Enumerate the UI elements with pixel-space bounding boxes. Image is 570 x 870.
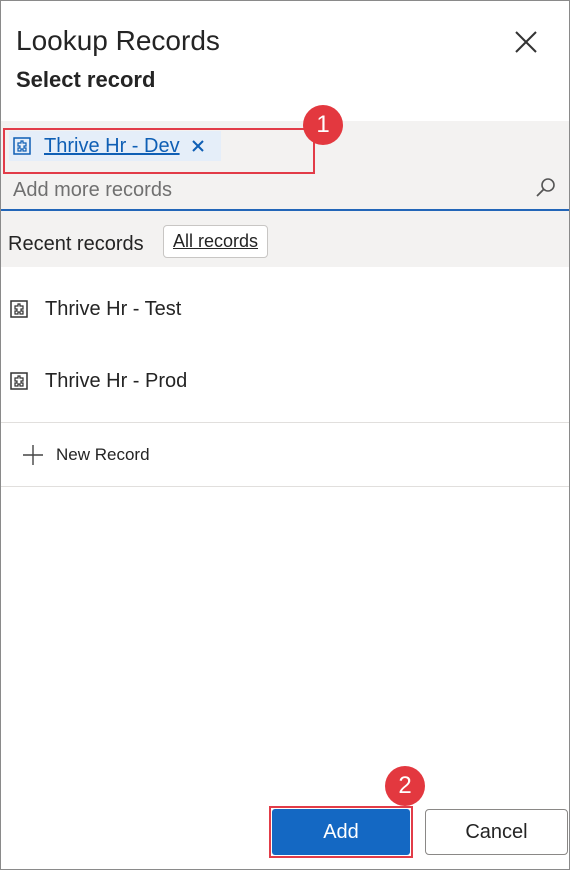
new-record-label: New Record — [56, 445, 150, 464]
search-input[interactable] — [13, 177, 513, 203]
callout-badge-1: 1 — [303, 105, 343, 145]
recent-records-label: Recent records — [8, 233, 144, 255]
record-entity-icon — [10, 372, 28, 390]
search-icon[interactable] — [535, 177, 557, 199]
record-label: Thrive Hr - Prod — [45, 369, 188, 392]
record-label: Thrive Hr - Test — [45, 297, 182, 320]
cancel-button[interactable]: Cancel — [425, 809, 568, 855]
list-item[interactable]: Thrive Hr - Prod — [1, 351, 569, 411]
dialog-title: Lookup Records — [16, 25, 220, 56]
record-entity-icon — [10, 300, 28, 318]
list-item[interactable]: Thrive Hr - Test — [1, 279, 569, 339]
divider — [1, 422, 569, 423]
close-button[interactable] — [509, 25, 543, 59]
lookup-records-dialog: Lookup Records Select record Thrive Hr -… — [0, 0, 570, 870]
callout-badge-2: 2 — [385, 766, 425, 806]
all-records-button[interactable]: All records — [163, 225, 268, 258]
callout-highlight-chip — [3, 128, 315, 174]
dialog-subtitle: Select record — [16, 67, 156, 92]
plus-icon — [23, 445, 43, 465]
callout-highlight-add — [269, 806, 413, 858]
record-filter-bar: Recent records All records — [1, 211, 569, 267]
divider — [1, 486, 569, 487]
close-icon — [515, 31, 537, 53]
new-record-button[interactable]: New Record — [1, 427, 569, 483]
